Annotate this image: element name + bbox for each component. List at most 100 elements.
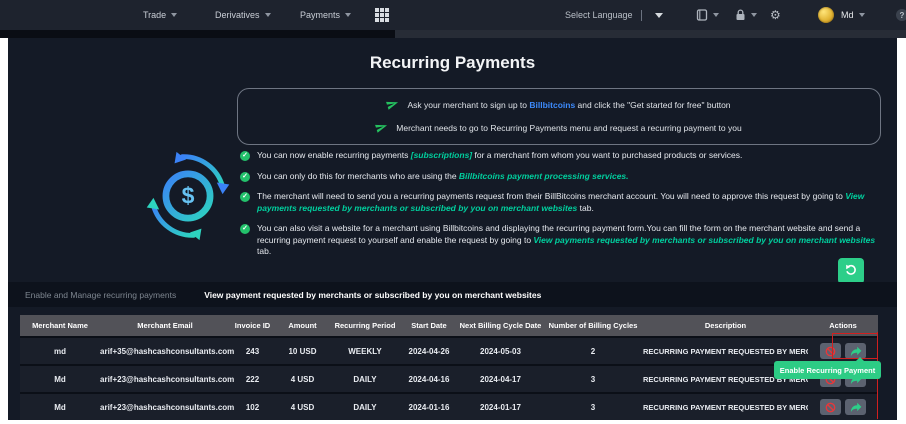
instruction-text: Ask your merchant to sign up to Billbitc… bbox=[407, 100, 730, 110]
gear-icon: ⚙ bbox=[770, 8, 781, 22]
send-plane-icon bbox=[374, 119, 390, 136]
text-segment: You can only do this for merchants who a… bbox=[257, 170, 459, 181]
nav-menu-derivatives-label: Derivatives bbox=[215, 10, 260, 20]
forward-arrow-icon bbox=[850, 402, 861, 412]
description-cell: RECURRING PAYMENT REQUESTED BY MERCHANT bbox=[643, 402, 808, 412]
nav-menu-trade-label: Trade bbox=[143, 10, 167, 20]
user-menu[interactable]: Md bbox=[818, 0, 865, 30]
bullet-item: ✓ You can also visit a website for a mer… bbox=[240, 223, 890, 258]
column-header: Number of Billing Cycles bbox=[548, 321, 638, 330]
block-icon bbox=[825, 346, 836, 356]
nav-menu-payments[interactable]: Payments bbox=[300, 0, 352, 30]
text-segment: The merchant will need to send you a rec… bbox=[257, 191, 846, 201]
bullet-text: You can now enable recurring payments [s… bbox=[257, 150, 742, 162]
block-icon bbox=[825, 402, 836, 412]
text-segment: and click the "Get started for free" but… bbox=[575, 100, 731, 110]
description-cell: RECURRING PAYMENT REQUESTED BY MERCHANT bbox=[643, 346, 808, 356]
amount-cell: 4 USD bbox=[290, 402, 315, 412]
bullet-text: The merchant will need to send you a rec… bbox=[257, 191, 890, 214]
text-segment: tab. bbox=[577, 202, 594, 213]
view-payments-link[interactable]: View payments requested by merchants or … bbox=[533, 235, 875, 245]
check-circle-icon: ✓ bbox=[240, 192, 250, 202]
text-segment: tab. bbox=[257, 246, 272, 256]
chevron-down-icon bbox=[345, 13, 352, 17]
bullet-text: You can also visit a website for a merch… bbox=[257, 223, 890, 258]
table-header-row: Merchant Name Merchant Email Invoice ID … bbox=[20, 315, 878, 336]
divider bbox=[640, 9, 642, 21]
grid-icon bbox=[375, 8, 389, 22]
column-header: Merchant Email bbox=[137, 321, 193, 330]
sub-header-strip bbox=[0, 30, 906, 38]
tab-enable-manage[interactable]: Enable and Manage recurring payments bbox=[25, 290, 176, 300]
start-date-cell: 2024-01-16 bbox=[408, 402, 450, 412]
instruction-line: Ask your merchant to sign up to Billbitc… bbox=[386, 96, 731, 113]
bullet-text: You can only do this for merchants who a… bbox=[257, 171, 629, 183]
instruction-line: Merchant needs to go to Recurring Paymen… bbox=[374, 119, 742, 136]
text-segment: for a merchant from whom you want to pur… bbox=[472, 150, 743, 160]
merchant-name-cell: Md bbox=[54, 374, 66, 384]
tooltip-label: Enable Recurring Payment bbox=[779, 365, 876, 375]
billbitcoins-link[interactable]: Billbitcoins bbox=[529, 100, 575, 110]
column-header: Description bbox=[704, 321, 747, 330]
instruction-text: Merchant needs to go to Recurring Paymen… bbox=[396, 123, 742, 133]
refresh-button[interactable] bbox=[838, 258, 864, 284]
question-mark-icon: ? bbox=[896, 9, 906, 21]
table-row: md arif+35@hashcashconsultants.com 243 1… bbox=[20, 338, 878, 364]
recurring-payments-table: Merchant Name Merchant Email Invoice ID … bbox=[20, 315, 878, 420]
chevron-down-icon bbox=[264, 13, 271, 17]
chevron-down-icon bbox=[171, 13, 178, 17]
settings-gear-icon[interactable]: ⚙ bbox=[770, 0, 781, 30]
language-selector[interactable]: Select Language bbox=[565, 0, 663, 30]
chevron-down-icon bbox=[654, 12, 663, 18]
recurring-period-cell: WEEKLY bbox=[348, 346, 382, 356]
billing-cycles-cell: 2 bbox=[590, 346, 596, 356]
feature-bullet-list: ✓ You can now enable recurring payments … bbox=[240, 150, 890, 258]
send-plane-icon bbox=[386, 96, 402, 113]
start-date-cell: 2024-04-16 bbox=[408, 374, 450, 384]
recurring-payment-icon: $ bbox=[140, 148, 236, 249]
column-header: Actions bbox=[829, 321, 857, 330]
highlighted-text: [subscriptions] bbox=[410, 150, 473, 160]
enable-recurring-tooltip: Enable Recurring Payment bbox=[774, 357, 881, 379]
cancel-recurring-button[interactable] bbox=[820, 343, 841, 359]
help-button[interactable]: ? bbox=[896, 0, 906, 30]
amount-cell: 4 USD bbox=[290, 374, 315, 384]
nav-menu-derivatives[interactable]: Derivatives bbox=[215, 0, 271, 30]
bullet-item: ✓ You can only do this for merchants who… bbox=[240, 171, 890, 183]
amount-cell: 10 USD bbox=[288, 346, 317, 356]
billing-cycles-cell: 3 bbox=[590, 402, 596, 412]
bullet-item: ✓ You can now enable recurring payments … bbox=[240, 150, 890, 162]
nav-menu-trade[interactable]: Trade bbox=[143, 0, 178, 30]
bullet-item: ✓ The merchant will need to send you a r… bbox=[240, 191, 890, 214]
page-title: Recurring Payments bbox=[369, 53, 536, 72]
column-header: Recurring Period bbox=[334, 321, 396, 330]
recurring-period-cell: DAILY bbox=[353, 374, 377, 384]
column-header: Invoice ID bbox=[234, 321, 271, 330]
cancel-recurring-button[interactable] bbox=[820, 399, 841, 415]
chevron-down-icon bbox=[858, 13, 865, 17]
language-selector-label: Select Language bbox=[565, 10, 633, 20]
chevron-down-icon bbox=[751, 13, 757, 17]
apps-grid-icon[interactable] bbox=[375, 0, 389, 30]
check-circle-icon: ✓ bbox=[240, 171, 250, 182]
merchant-name-cell: md bbox=[54, 346, 66, 356]
enable-recurring-button[interactable] bbox=[845, 399, 866, 415]
next-billing-cell: 2024-05-03 bbox=[480, 346, 521, 356]
security-menu[interactable] bbox=[735, 0, 757, 30]
start-date-cell: 2024-04-26 bbox=[408, 346, 450, 356]
actions-cell bbox=[808, 399, 878, 415]
merchant-email-cell: arif+23@hashcashconsultants.com bbox=[100, 374, 235, 384]
wallet-menu[interactable] bbox=[696, 0, 719, 30]
billing-cycles-cell: 3 bbox=[590, 374, 596, 384]
check-circle-icon: ✓ bbox=[240, 224, 250, 234]
tab-view-requested[interactable]: View payment requested by merchants or s… bbox=[204, 290, 541, 300]
nav-menu-payments-label: Payments bbox=[300, 10, 341, 20]
top-navbar: Trade Derivatives Payments Select Langua… bbox=[0, 0, 906, 30]
invoice-id-cell: 222 bbox=[245, 374, 260, 384]
forward-arrow-icon bbox=[850, 346, 861, 356]
merchant-email-cell: arif+23@hashcashconsultants.com bbox=[100, 402, 235, 412]
invoice-id-cell: 243 bbox=[245, 346, 260, 356]
table-row: Md arif+23@hashcashconsultants.com 222 4… bbox=[20, 366, 878, 392]
merchant-name-cell: Md bbox=[54, 402, 66, 412]
text-segment: You can now enable recurring payments bbox=[257, 150, 411, 160]
